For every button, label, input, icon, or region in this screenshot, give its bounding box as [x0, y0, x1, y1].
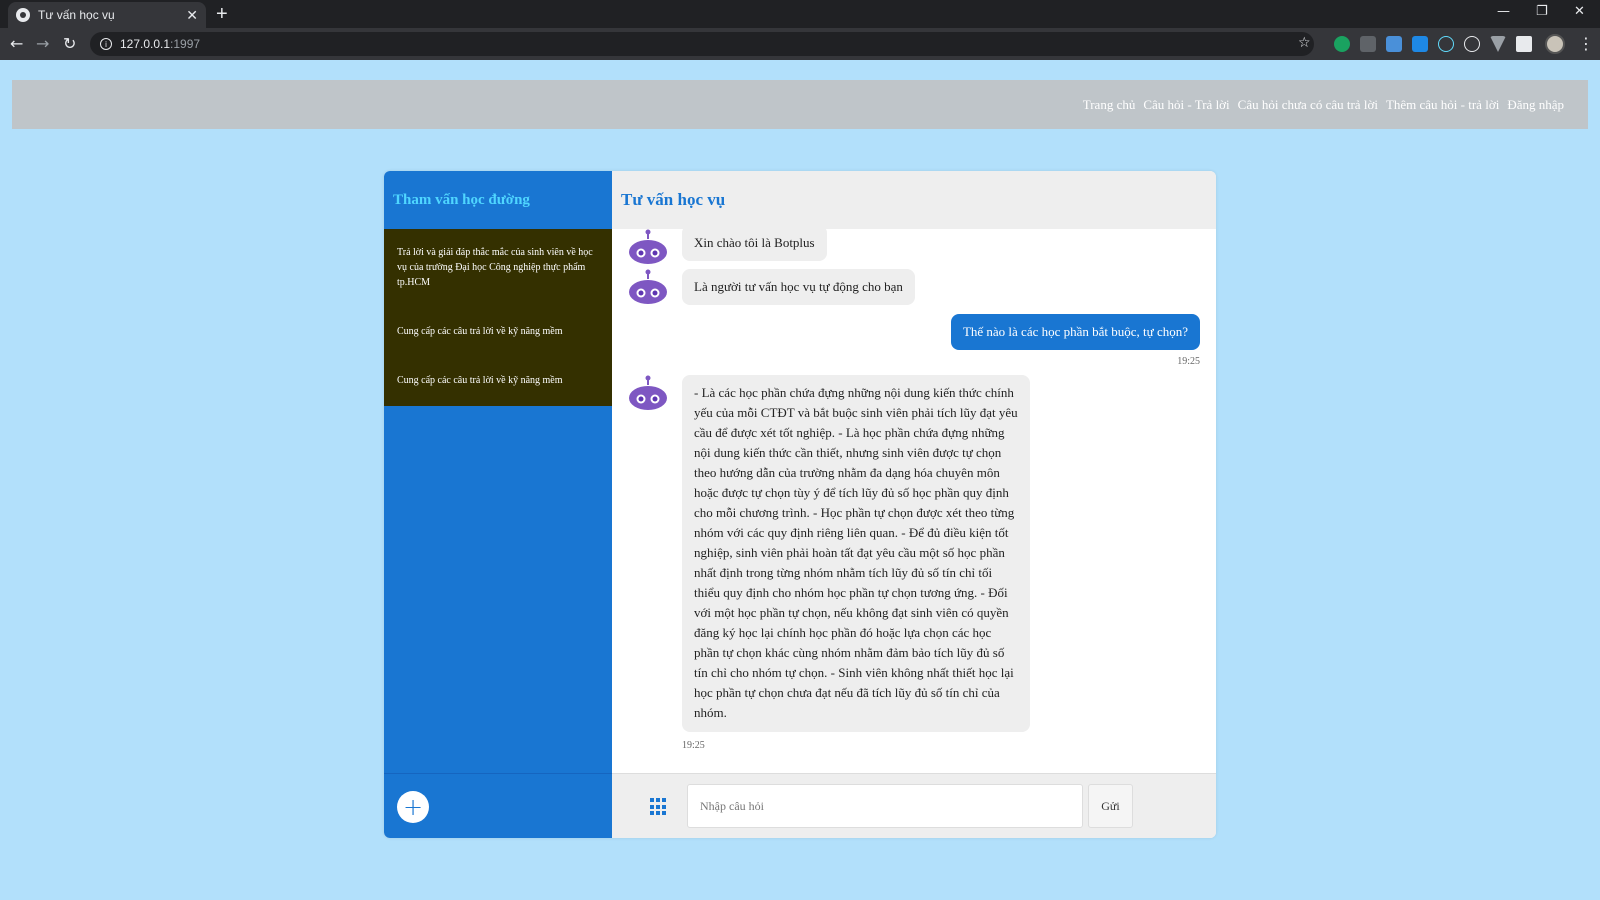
window-close-button[interactable]: ✕	[1574, 4, 1585, 19]
sidebar-footer: +	[384, 773, 612, 838]
nav-login[interactable]: Đăng nhập	[1507, 97, 1564, 112]
url-host: 127.0.0.1	[120, 37, 171, 51]
apps-grid-icon[interactable]	[650, 798, 668, 816]
chat-panel: Tư vấn học vụ Xin chào tôi là Botplus Là…	[612, 171, 1216, 838]
sidebar-topic-item[interactable]: Trả lời và giải đáp thắc mắc của sinh vi…	[397, 237, 600, 298]
bot-message: Xin chào tôi là Botplus	[682, 229, 827, 261]
chat-window: Tham vấn học đường Trả lời và giải đáp t…	[384, 171, 1216, 838]
message-time: 19:25	[1177, 356, 1200, 367]
address-bar[interactable]: i 127.0.0.1:1997	[90, 32, 1314, 56]
browser-toolbar: ← → ↻ i 127.0.0.1:1997 ☆ ⋮	[0, 28, 1600, 60]
translate-extension-icon[interactable]	[1386, 36, 1402, 52]
robot-avatar-icon	[629, 229, 667, 264]
add-button[interactable]: +	[397, 791, 429, 823]
puzzle-extensions-icon[interactable]	[1516, 36, 1532, 52]
nav-home[interactable]: Trang chủ	[1083, 97, 1136, 112]
reload-button[interactable]: ↻	[63, 34, 76, 53]
chat-sidebar: Tham vấn học đường Trả lời và giải đáp t…	[384, 171, 612, 838]
browser-menu-icon[interactable]: ⋮	[1578, 34, 1594, 53]
sidebar-title: Tham vấn học đường	[393, 191, 530, 208]
react-devtools-icon[interactable]	[1438, 36, 1454, 52]
globe-icon	[16, 8, 30, 22]
tab-title: Tư vấn học vụ	[38, 8, 115, 22]
sidebar-topic-list: Trả lời và giải đáp thắc mắc của sinh vi…	[384, 229, 612, 406]
send-button[interactable]: Gửi	[1088, 784, 1133, 828]
extension-icon[interactable]	[1360, 36, 1376, 52]
new-tab-button[interactable]: +	[216, 4, 228, 24]
message-time: 19:25	[682, 740, 705, 751]
minimize-button[interactable]: —	[1497, 4, 1510, 19]
nav-qa[interactable]: Câu hỏi - Trả lời	[1143, 97, 1229, 112]
robot-avatar-icon	[629, 269, 667, 304]
nav-unanswered[interactable]: Câu hỏi chưa có câu trả lời	[1238, 97, 1378, 112]
forward-button[interactable]: →	[36, 34, 49, 53]
restore-button[interactable]: ❐	[1536, 4, 1548, 19]
vue-devtools-icon[interactable]	[1490, 36, 1506, 52]
sidebar-topic-item[interactable]: Cung cấp các câu trả lời về kỹ năng mềm	[397, 316, 600, 347]
browser-tabbar: Tư vấn học vụ ✕ + — ❐ ✕	[0, 0, 1600, 28]
sidebar-topic-item[interactable]: Cung cấp các câu trả lời về kỹ năng mềm	[397, 365, 600, 396]
chat-title: Tư vấn học vụ	[612, 171, 1216, 229]
url-port: :1997	[170, 37, 201, 51]
grammarly-extension-icon[interactable]	[1334, 36, 1350, 52]
back-button[interactable]: ←	[10, 34, 23, 53]
browser-tab[interactable]: Tư vấn học vụ ✕	[8, 2, 206, 28]
robot-avatar-icon	[629, 375, 667, 410]
message-list[interactable]: Xin chào tôi là Botplus Là người tư vấn …	[612, 229, 1216, 773]
bookmark-star-icon[interactable]: ☆	[1298, 35, 1311, 51]
download-extension-icon[interactable]	[1412, 36, 1428, 52]
bot-message: - Là các học phần chứa đựng những nội du…	[682, 375, 1030, 732]
settings-extension-icon[interactable]	[1464, 36, 1480, 52]
nav-add-qa[interactable]: Thêm câu hỏi - trả lời	[1386, 97, 1499, 112]
profile-avatar[interactable]	[1545, 34, 1565, 54]
plus-icon: +	[402, 793, 424, 821]
user-message: Thế nào là các học phần bắt buộc, tự chọ…	[950, 314, 1200, 350]
bot-message: Là người tư vấn học vụ tự động cho bạn	[682, 269, 915, 305]
site-navbar: Trang chủ Câu hỏi - Trả lời Câu hỏi chưa…	[12, 80, 1588, 129]
info-icon[interactable]: i	[100, 38, 112, 50]
question-input[interactable]	[687, 784, 1083, 828]
tab-close-icon[interactable]: ✕	[186, 7, 198, 24]
chat-input-bar: Gửi	[612, 773, 1216, 838]
